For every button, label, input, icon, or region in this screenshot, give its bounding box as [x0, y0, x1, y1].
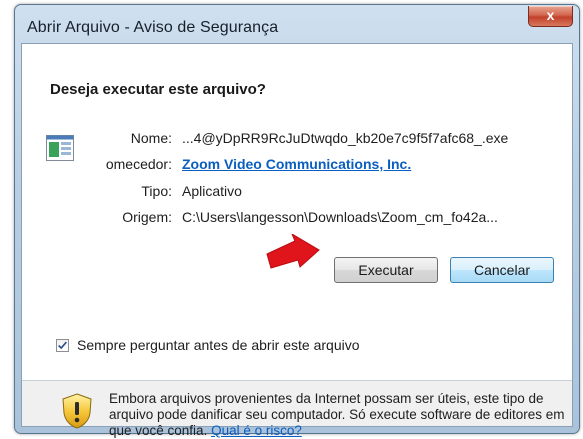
warning-text: Embora arquivos provenientes da Internet…	[109, 391, 565, 438]
close-icon: x	[546, 7, 555, 23]
type-value: Aplicativo	[182, 183, 242, 199]
check-icon	[58, 341, 67, 350]
dialog-question: Deseja executar este arquivo?	[50, 81, 266, 98]
publisher-label: omecedor:	[105, 156, 172, 172]
close-button[interactable]: x	[528, 6, 573, 27]
always-ask-label[interactable]: Sempre perguntar antes de abrir este arq…	[77, 337, 360, 353]
warning-message: Embora arquivos provenientes da Internet…	[109, 391, 565, 439]
run-button[interactable]: Executar	[334, 257, 438, 283]
title-bar[interactable]: Abrir Arquivo - Aviso de Segurança x	[15, 5, 579, 43]
window-title: Abrir Arquivo - Aviso de Segurança	[27, 19, 279, 36]
publisher-link[interactable]: Zoom Video Communications, Inc.	[182, 156, 411, 172]
always-ask-checkbox[interactable]	[56, 339, 69, 352]
name-label: Nome:	[130, 130, 172, 146]
security-warning-dialog: Abrir Arquivo - Aviso de Segurança x Des…	[14, 4, 580, 438]
origin-label: Origem:	[122, 209, 172, 225]
shield-warning-icon	[62, 393, 92, 429]
warning-footer: Embora arquivos provenientes da Internet…	[22, 381, 572, 438]
name-value: ...4@yDpRR9RcJuDtwqdo_kb20e7c9f5f7afc68_…	[182, 130, 509, 146]
origin-value: C:\Users\langesson\Downloads\Zoom_cm_fo4…	[182, 209, 498, 225]
type-label: Tipo:	[141, 183, 172, 199]
arrow-icon	[266, 234, 320, 269]
cancel-button[interactable]: Cancelar	[450, 257, 554, 283]
